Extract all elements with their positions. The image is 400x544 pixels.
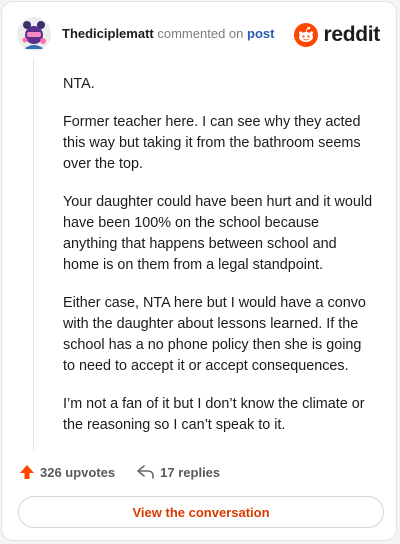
comment-paragraph: Former teacher here. I can see why they … xyxy=(63,114,361,172)
reddit-snoo-icon xyxy=(294,23,319,47)
username[interactable]: Thediciplematt xyxy=(62,26,154,41)
comment-paragraph: I’m not a fan of it but I don’t know the… xyxy=(63,396,365,433)
avatar[interactable] xyxy=(17,17,51,51)
upvote-button[interactable]: 326 upvotes xyxy=(19,464,115,480)
avatar-image xyxy=(17,17,51,51)
reply-count: 17 replies xyxy=(160,464,221,480)
upvote-arrow-icon xyxy=(20,465,34,479)
thread-line xyxy=(33,58,34,450)
comment-paragraph: Either case, NTA here but I would have a… xyxy=(63,295,366,374)
comment-header: Thediciplematt commented on post xyxy=(62,26,274,42)
reply-arrow-icon xyxy=(137,465,154,479)
reddit-wordmark: reddit xyxy=(323,23,380,46)
comment-actions: 326 upvotes 17 replies xyxy=(19,462,242,482)
upvote-count: 326 upvotes xyxy=(40,464,116,480)
post-link[interactable]: post xyxy=(247,26,274,41)
comment-paragraph: NTA. xyxy=(63,76,95,92)
view-conversation-button[interactable]: View the conversation xyxy=(18,496,384,528)
comment-action-text: commented on xyxy=(157,26,244,41)
comment-paragraph: Your daughter could have been hurt and i… xyxy=(63,194,373,273)
comment-body: NTA. Former teacher here. I can see why t… xyxy=(63,74,375,453)
reddit-logo[interactable]: reddit xyxy=(294,22,380,48)
comment-card: Thediciplematt commented on post reddit … xyxy=(1,1,397,541)
replies-button[interactable]: 17 replies xyxy=(137,465,220,480)
